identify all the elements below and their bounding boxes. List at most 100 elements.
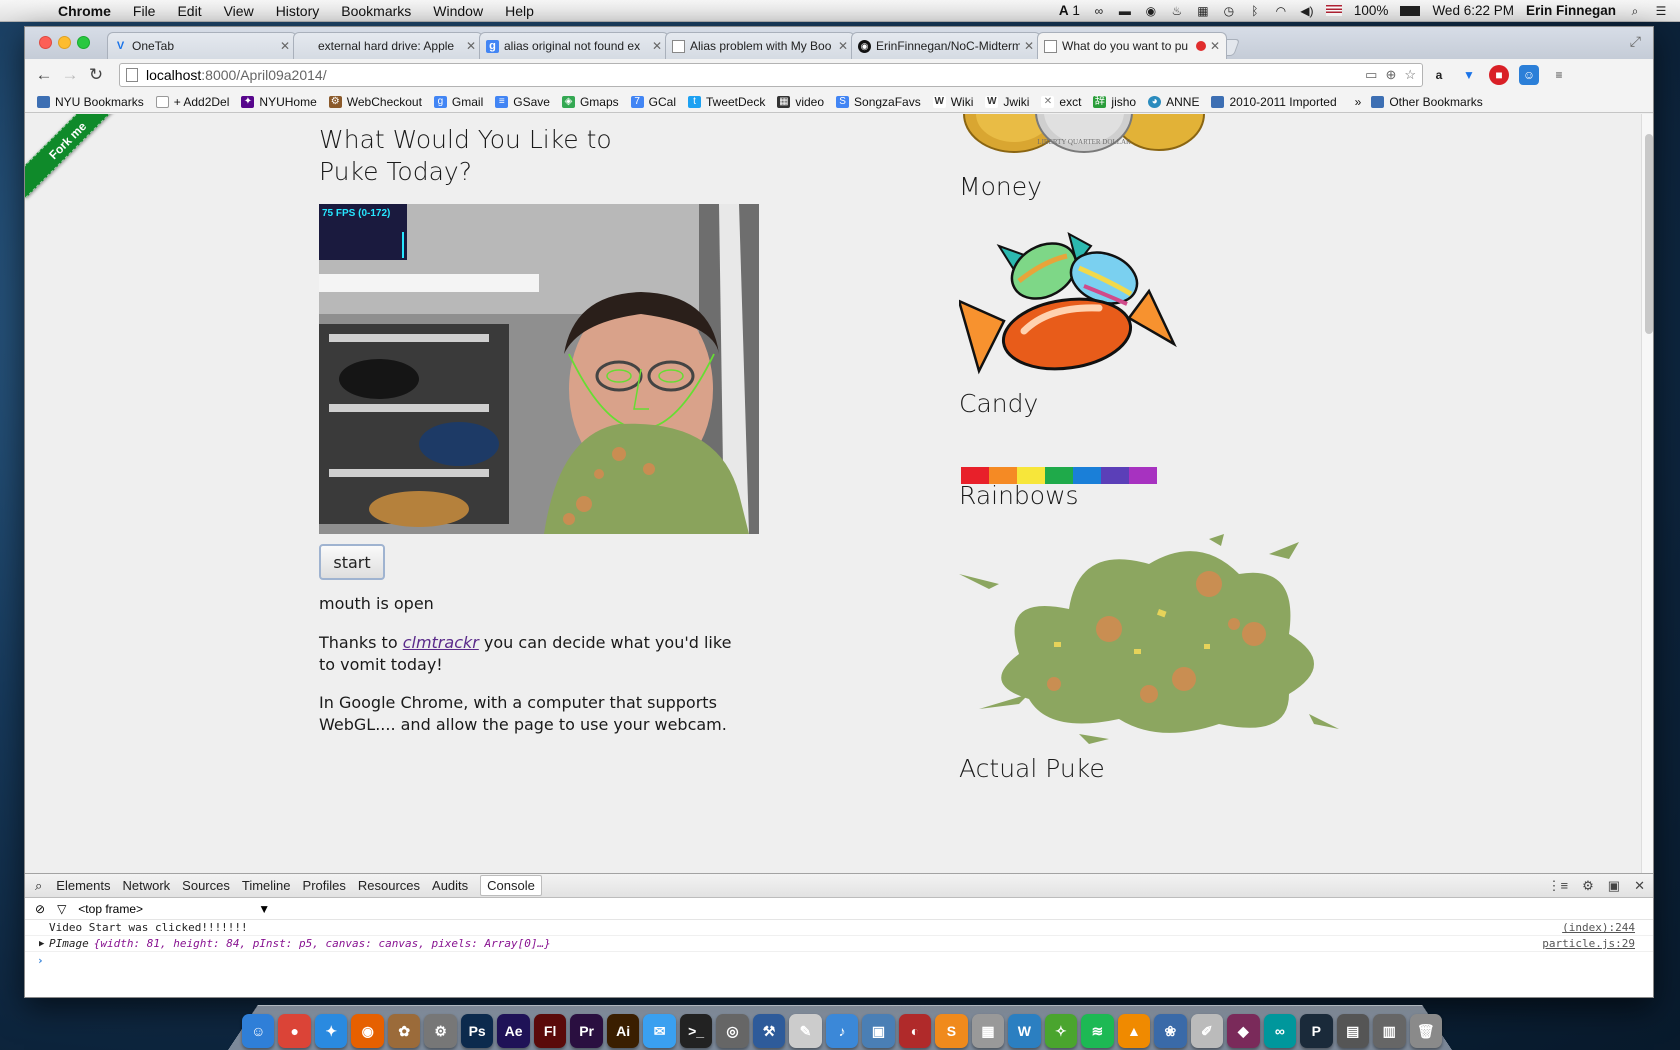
- filter-icon[interactable]: ▽: [57, 902, 66, 916]
- back-button[interactable]: ←: [31, 65, 57, 85]
- spotlight-search-icon[interactable]: ⌕: [1628, 4, 1642, 18]
- menu-window[interactable]: Window: [433, 3, 483, 19]
- camera-icon[interactable]: ◎: [716, 1014, 749, 1048]
- bookmark-add2del[interactable]: + Add2Del: [155, 95, 229, 109]
- bookmark-nyuhome[interactable]: ✦ NYUHome: [241, 95, 317, 109]
- tab-close-icon[interactable]: ✕: [838, 39, 848, 53]
- clmtrackr-link[interactable]: clmtrackr: [403, 633, 479, 652]
- ghostery-icon[interactable]: ☺: [1519, 65, 1539, 85]
- zoom-icon[interactable]: ⊕: [1385, 67, 1396, 83]
- terminal-icon[interactable]: >_: [679, 1014, 713, 1048]
- bookmark-jwiki[interactable]: W Jwiki: [985, 95, 1029, 109]
- creative-cloud-icon[interactable]: ∞: [1092, 4, 1106, 18]
- reload-button[interactable]: ↻: [83, 65, 109, 85]
- wifi-icon[interactable]: ◠: [1274, 4, 1288, 18]
- itunes-icon[interactable]: ♪: [825, 1014, 859, 1048]
- shield-icon[interactable]: ▼: [1459, 65, 1479, 85]
- menubar-user[interactable]: Erin Finnegan: [1526, 3, 1616, 18]
- tab-close-icon[interactable]: ✕: [1210, 39, 1220, 53]
- menu-bookmarks[interactable]: Bookmarks: [341, 3, 411, 19]
- spotify-icon[interactable]: ≋: [1081, 1014, 1114, 1048]
- bookmark-nyu-bookmarks[interactable]: NYU Bookmarks: [37, 95, 144, 109]
- camera-access-icon[interactable]: ▭: [1365, 67, 1377, 83]
- firefox-icon[interactable]: ◉: [351, 1014, 384, 1048]
- illustrator-icon[interactable]: Ai: [606, 1014, 640, 1048]
- menu-view[interactable]: View: [224, 3, 254, 19]
- processing-icon[interactable]: P: [1300, 1014, 1333, 1048]
- bookmark-2010-2011-imported[interactable]: 2010-2011 Imported: [1211, 95, 1337, 109]
- chrome-menu-icon[interactable]: ≡: [1549, 65, 1569, 85]
- arduino-icon[interactable]: ∞: [1263, 1014, 1297, 1048]
- bookmark-gmail[interactable]: g Gmail: [433, 95, 483, 109]
- bluetooth-icon[interactable]: ᛒ: [1248, 4, 1262, 18]
- system-prefs-icon[interactable]: ⚙: [424, 1014, 457, 1048]
- close-window-button[interactable]: [39, 36, 52, 49]
- start-button[interactable]: start: [319, 544, 385, 580]
- devtools-tab-resources[interactable]: Resources: [358, 878, 420, 893]
- bookmark-wiki[interactable]: W Wiki: [932, 95, 973, 109]
- finder-window-icon[interactable]: ▤: [1336, 1014, 1370, 1048]
- bookmark-anne[interactable]: ◕ ANNE: [1148, 95, 1199, 109]
- calculator-icon[interactable]: ▦: [971, 1014, 1005, 1048]
- tab-active-puke[interactable]: What do you want to pu ✕: [1037, 32, 1227, 59]
- console-prompt[interactable]: ›: [25, 952, 1653, 968]
- forward-button[interactable]: →: [57, 65, 83, 85]
- scrollbar-thumb[interactable]: [1645, 134, 1653, 334]
- volume-icon[interactable]: ◀): [1300, 4, 1314, 18]
- notification-center-icon[interactable]: ☰: [1654, 4, 1668, 18]
- frame-selector[interactable]: <top frame>: [78, 902, 258, 916]
- tab-alias-original[interactable]: g alias original not found ex ✕: [479, 32, 669, 59]
- bookmark-tweetdeck[interactable]: t TweetDeck: [687, 95, 765, 109]
- iphoto-icon[interactable]: ❀: [1154, 1014, 1187, 1048]
- zoom-window-button[interactable]: [77, 36, 90, 49]
- address-bar[interactable]: localhost:8000/April09a2014/ ▭ ⊕ ☆: [119, 63, 1423, 87]
- bookmark-jisho[interactable]: 辞 jisho: [1093, 95, 1136, 109]
- battery-icon[interactable]: [1400, 5, 1421, 16]
- tab-close-icon[interactable]: ✕: [1024, 39, 1034, 53]
- bookmark-other-bookmarks[interactable]: Other Bookmarks: [1371, 95, 1483, 109]
- console-source-link[interactable]: (index):244: [1562, 921, 1635, 934]
- xcode-icon[interactable]: ⚒: [752, 1014, 786, 1048]
- vlc-icon[interactable]: ▲: [1117, 1014, 1151, 1048]
- minimize-window-button[interactable]: [58, 36, 71, 49]
- devtools-tab-profiles[interactable]: Profiles: [303, 878, 346, 893]
- fullscreen-icon[interactable]: ⤢: [1630, 33, 1641, 50]
- bookmarks-overflow-button[interactable]: »: [1355, 95, 1362, 109]
- clear-console-icon[interactable]: ⊘: [35, 902, 45, 916]
- devtools-search-icon[interactable]: ⌕: [35, 878, 42, 894]
- finder-icon[interactable]: ☺: [242, 1014, 275, 1048]
- dock-toggle-icon[interactable]: ▣: [1608, 878, 1620, 894]
- devtools-tab-elements[interactable]: Elements: [56, 878, 110, 893]
- menu-app-name[interactable]: Chrome: [58, 3, 111, 19]
- menubar-clock[interactable]: Wed 6:22 PM: [1432, 3, 1514, 18]
- tab-onetab[interactable]: V OneTab ✕: [107, 32, 297, 59]
- photoshop-icon[interactable]: Ps: [460, 1014, 494, 1048]
- evernote-icon[interactable]: ✧: [1044, 1014, 1078, 1048]
- devtools-tab-timeline[interactable]: Timeline: [242, 878, 291, 893]
- app-icon[interactable]: ◆: [1227, 1014, 1260, 1048]
- messages-icon[interactable]: ✉: [643, 1014, 676, 1048]
- downloads-icon[interactable]: ▥: [1373, 1014, 1406, 1048]
- tab-close-icon[interactable]: ✕: [466, 39, 476, 53]
- puke-splat-image[interactable]: [959, 534, 1339, 744]
- devtools-tab-sources[interactable]: Sources: [182, 878, 230, 893]
- console-drawer-icon[interactable]: ⋮≡: [1548, 878, 1569, 894]
- keyboard-icon[interactable]: ▦: [1196, 4, 1210, 18]
- trash-icon[interactable]: 🗑: [1409, 1014, 1442, 1048]
- menu-edit[interactable]: Edit: [177, 3, 201, 19]
- tab-github[interactable]: ◉ ErinFinnegan/NoC-Midterm ✕: [851, 32, 1041, 59]
- console-log-line[interactable]: ▶ PImage {width: 81, height: 84, pInst: …: [25, 936, 1653, 952]
- sublime-icon[interactable]: S: [935, 1014, 968, 1048]
- tab-close-icon[interactable]: ✕: [280, 39, 290, 53]
- tab-close-icon[interactable]: ✕: [652, 39, 662, 53]
- money-coins-image[interactable]: LIBERTY QUARTER DOLLAR: [959, 114, 1219, 154]
- bookmark-webcheckout[interactable]: ⚙ WebCheckout: [328, 95, 422, 109]
- us-flag-icon[interactable]: [1325, 5, 1342, 16]
- bookmark-gsave[interactable]: ≡ GSave: [495, 95, 550, 109]
- flame-icon[interactable]: ♨: [1170, 4, 1184, 18]
- battery-percent[interactable]: 100%: [1354, 3, 1389, 18]
- console-source-link[interactable]: particle.js:29: [1542, 937, 1635, 950]
- bookmark-exct[interactable]: ✕ exct: [1041, 95, 1081, 109]
- bookmark-star-icon[interactable]: ☆: [1404, 67, 1416, 83]
- safari-icon[interactable]: ✦: [314, 1014, 348, 1048]
